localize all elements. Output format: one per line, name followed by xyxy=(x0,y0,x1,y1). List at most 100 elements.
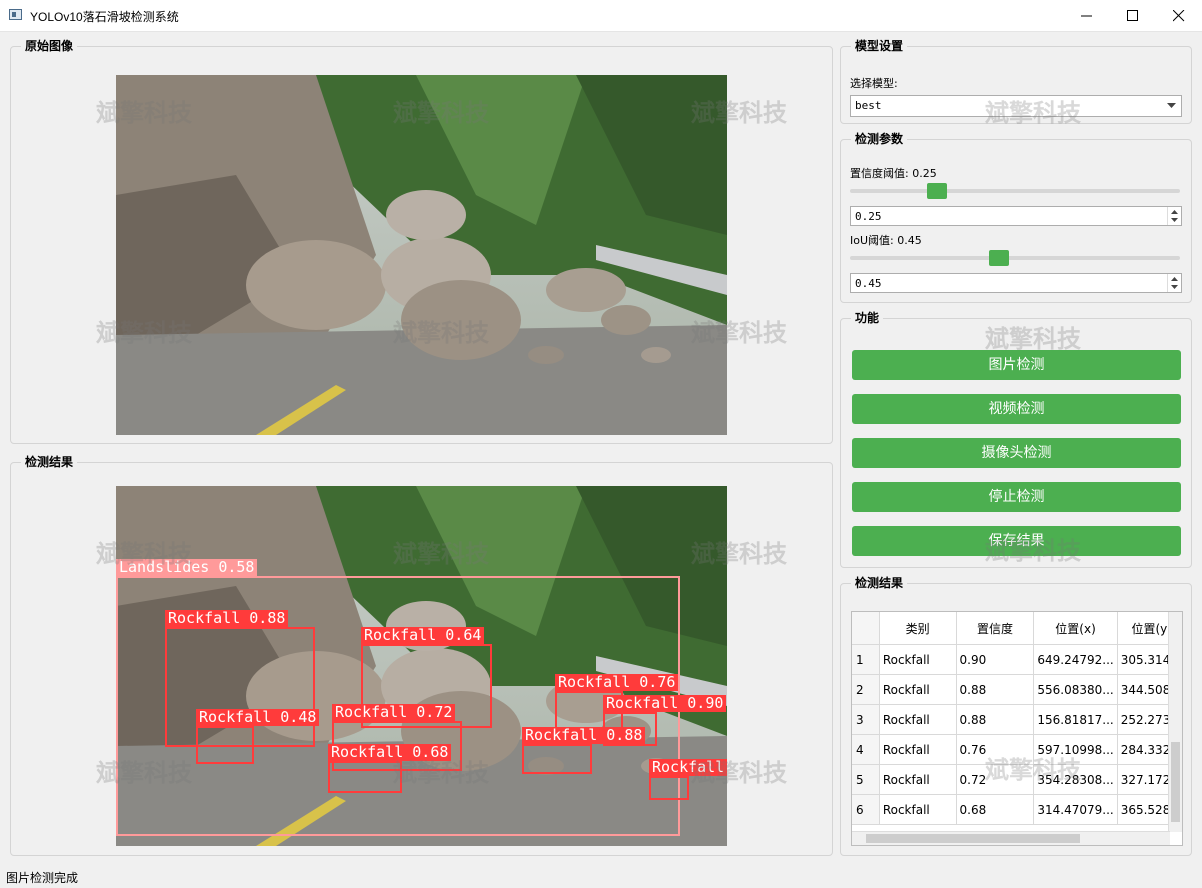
cell-x[interactable]: 314.47079... xyxy=(1033,794,1118,825)
horizontal-scrollbar[interactable] xyxy=(852,831,1170,845)
minimize-button[interactable] xyxy=(1064,0,1110,31)
original-image xyxy=(116,75,727,435)
video-detect-button[interactable]: 视频检测 xyxy=(852,394,1181,424)
table-row[interactable]: 1 Rockfall 0.90 649.24792... 305.3146 xyxy=(852,644,1182,675)
cell-class[interactable]: Rockfall xyxy=(879,674,957,705)
cell-confidence[interactable]: 0.76 xyxy=(956,734,1035,765)
cell-class[interactable]: Rockfall xyxy=(879,644,957,675)
result-image: Landslides 0.58 Rockfall 0.88 Rockfall 0… xyxy=(116,486,727,846)
result-image-title: 检测结果 xyxy=(21,454,78,470)
results-table-title: 检测结果 xyxy=(851,575,908,591)
cell-x[interactable]: 156.81817... xyxy=(1033,704,1118,735)
confidence-slider-handle[interactable] xyxy=(927,183,947,199)
cell-confidence[interactable]: 0.88 xyxy=(956,704,1035,735)
detection-label: Rockfall 0.88 xyxy=(522,727,646,744)
row-number[interactable]: 5 xyxy=(852,764,880,795)
detection-label: Rockfall 0.64 xyxy=(361,627,485,644)
cell-x[interactable]: 556.08380... xyxy=(1033,674,1118,705)
results-table-group: 检测结果 类别 置信度 位置(x) 位置(y 1 Rockfall 0.90 6… xyxy=(840,575,1192,856)
row-number[interactable]: 3 xyxy=(852,704,880,735)
cell-confidence[interactable]: 0.90 xyxy=(956,644,1035,675)
detection-params-group: 检测参数 置信度阈值: 0.25 0.25 IoU阈值: 0.45 0.45 xyxy=(840,131,1192,303)
confidence-value: 0.25 xyxy=(855,210,882,223)
spin-arrows-icon xyxy=(1171,277,1178,289)
table-row[interactable]: 6 Rockfall 0.68 314.47079... 365.5280 xyxy=(852,794,1182,825)
model-select-label: 选择模型: xyxy=(850,77,898,90)
app-icon xyxy=(9,9,22,20)
detection-label: Rockfall 0.88 xyxy=(165,610,289,627)
iou-label: IoU阈值: 0.45 xyxy=(850,234,922,247)
cell-class[interactable]: Rockfall xyxy=(879,704,957,735)
title-bar: YOLOv10落石滑坡检测系统 xyxy=(0,0,1202,32)
detection-box: Rockfall 0.8 xyxy=(649,759,727,800)
chevron-down-icon xyxy=(1167,103,1176,108)
confidence-slider[interactable] xyxy=(850,183,1180,199)
model-settings-title: 模型设置 xyxy=(851,38,908,54)
confidence-label: 置信度阈值: 0.25 xyxy=(850,167,937,180)
vertical-scrollbar[interactable] xyxy=(1168,612,1182,832)
iou-value: 0.45 xyxy=(855,277,882,290)
functions-title: 功能 xyxy=(851,310,884,326)
detection-label: Rockfall 0.48 xyxy=(196,709,320,726)
cell-class[interactable]: Rockfall xyxy=(879,794,957,825)
original-image-title: 原始图像 xyxy=(21,38,78,54)
table-row[interactable]: 4 Rockfall 0.76 597.10998... 284.3322 xyxy=(852,734,1182,765)
detection-params-title: 检测参数 xyxy=(851,131,908,147)
spin-arrows[interactable] xyxy=(1167,207,1181,225)
spin-arrows-icon xyxy=(1171,210,1178,222)
table-row[interactable]: 2 Rockfall 0.88 556.08380... 344.5089 xyxy=(852,674,1182,705)
horizontal-scroll-thumb[interactable] xyxy=(866,834,1080,843)
detection-label: Rockfall 0.8 xyxy=(649,759,727,776)
cell-confidence[interactable]: 0.72 xyxy=(956,764,1035,795)
table-row[interactable]: 3 Rockfall 0.88 156.81817... 252.2730 xyxy=(852,704,1182,735)
column-header[interactable]: 类别 xyxy=(879,612,957,645)
model-settings-group: 模型设置 选择模型: best 斌擎科技 xyxy=(840,38,1192,127)
column-header[interactable]: 置信度 xyxy=(956,612,1035,645)
table-row[interactable]: 5 Rockfall 0.72 354.28308... 327.1729 xyxy=(852,764,1182,795)
maximize-button[interactable] xyxy=(1110,0,1156,31)
cell-x[interactable]: 354.28308... xyxy=(1033,764,1118,795)
cell-class[interactable]: Rockfall xyxy=(879,734,957,765)
close-icon xyxy=(1173,10,1185,22)
cell-confidence[interactable]: 0.88 xyxy=(956,674,1035,705)
original-image-group: 原始图像 斌擎科技 斌擎科技 斌擎科技 斌擎科技 斌擎科技 斌擎科技 xyxy=(10,38,833,444)
cell-x[interactable]: 649.24792... xyxy=(1033,644,1118,675)
cell-confidence[interactable]: 0.68 xyxy=(956,794,1035,825)
row-number[interactable]: 1 xyxy=(852,644,880,675)
cell-x[interactable]: 597.10998... xyxy=(1033,734,1118,765)
detection-box: Rockfall 0.68 xyxy=(328,744,452,793)
model-select-value: best xyxy=(855,99,882,112)
detection-label: Rockfall 0.72 xyxy=(332,704,456,721)
result-image-group: 检测结果 Landslides 0.58 Rockfall 0.88 Rockf… xyxy=(10,454,833,856)
row-number[interactable]: 6 xyxy=(852,794,880,825)
spin-arrows[interactable] xyxy=(1167,274,1181,292)
model-select[interactable]: best xyxy=(850,95,1182,117)
iou-spinbox[interactable]: 0.45 xyxy=(850,273,1182,293)
detection-label: Rockfall 0.76 xyxy=(555,674,679,691)
detection-label: Rockfall 0.90 xyxy=(603,695,727,712)
minimize-icon xyxy=(1081,15,1092,17)
stop-detect-button[interactable]: 停止检测 xyxy=(852,482,1181,512)
maximize-icon xyxy=(1127,10,1138,21)
image-detect-button[interactable]: 图片检测 xyxy=(852,350,1181,380)
confidence-spinbox[interactable]: 0.25 xyxy=(850,206,1182,226)
detection-box: Rockfall 0.48 xyxy=(196,709,320,764)
close-button[interactable] xyxy=(1156,0,1202,31)
detection-box: Rockfall 0.88 xyxy=(522,727,646,774)
detection-label: Rockfall 0.68 xyxy=(328,744,452,761)
cell-class[interactable]: Rockfall xyxy=(879,764,957,795)
row-number[interactable]: 4 xyxy=(852,734,880,765)
iou-slider[interactable] xyxy=(850,250,1180,266)
row-number[interactable]: 2 xyxy=(852,674,880,705)
watermark: 斌擎科技 xyxy=(985,325,1081,353)
results-table[interactable]: 类别 置信度 位置(x) 位置(y 1 Rockfall 0.90 649.24… xyxy=(851,611,1183,846)
column-header[interactable]: 位置(x) xyxy=(1033,612,1118,645)
save-result-button[interactable]: 保存结果 xyxy=(852,526,1181,556)
window-title: YOLOv10落石滑坡检测系统 xyxy=(30,10,179,24)
vertical-scroll-thumb[interactable] xyxy=(1171,742,1180,822)
detection-label: Landslides 0.58 xyxy=(116,559,258,576)
camera-detect-button[interactable]: 摄像头检测 xyxy=(852,438,1181,468)
functions-group: 功能 斌擎科技 图片检测 视频检测 摄像头检测 停止检测 保存结果 斌擎科技 xyxy=(840,310,1192,568)
table-corner[interactable] xyxy=(852,612,880,645)
iou-slider-handle[interactable] xyxy=(989,250,1009,266)
